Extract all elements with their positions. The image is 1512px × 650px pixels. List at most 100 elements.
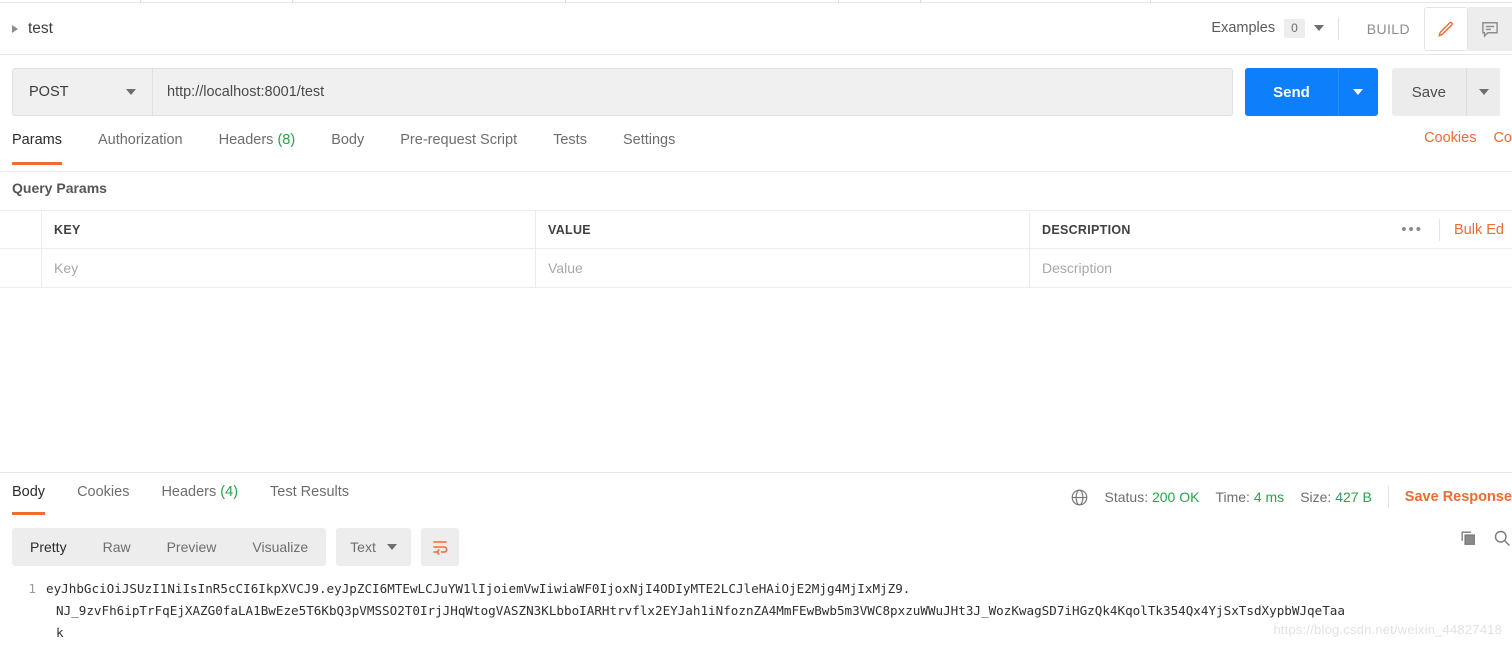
header-actions: Examples 0 BUILD xyxy=(1211,3,1512,54)
breadcrumb[interactable]: test xyxy=(0,20,53,38)
status-badge: 200 OK xyxy=(1151,489,1200,505)
time-group: Time: 4 ms xyxy=(1215,489,1284,505)
tab-label: Tests xyxy=(553,132,587,148)
tab-label: Body xyxy=(12,484,46,500)
response-tab-headers[interactable]: Headers (4) xyxy=(161,476,238,512)
send-group: Send xyxy=(1245,68,1378,116)
param-value-input[interactable]: Value xyxy=(536,249,1030,287)
column-header-key: KEY xyxy=(42,211,536,248)
viewer-mode-pretty[interactable]: Pretty xyxy=(12,539,85,555)
code-segment: NJ_9zvFh6ipTrFqEjXAZG0faLA1BwEze5T6KbQ3p… xyxy=(56,603,1345,618)
row-checkbox-cell[interactable] xyxy=(0,249,42,287)
tab-settings[interactable]: Settings xyxy=(623,130,675,162)
viewer-mode-preview[interactable]: Preview xyxy=(149,539,235,555)
param-description-input[interactable]: Description xyxy=(1030,249,1512,287)
globe-icon xyxy=(1071,489,1087,505)
response-tab-cookies[interactable]: Cookies xyxy=(77,476,129,512)
param-key-input[interactable]: Key xyxy=(42,249,536,287)
tab-tests[interactable]: Tests xyxy=(553,130,587,162)
examples-label: Examples xyxy=(1211,20,1276,37)
request-tab-links: Cookies Co xyxy=(1424,130,1512,146)
tab-label: Authorization xyxy=(97,132,183,148)
viewer-mode-group: Pretty Raw Preview Visualize xyxy=(12,528,327,566)
watermark: https://blog.csdn.net/weixin_44827418 xyxy=(1273,622,1502,637)
save-button[interactable]: Save xyxy=(1391,68,1466,116)
table-row: Key Value Description xyxy=(0,249,1512,288)
search-icon[interactable] xyxy=(1492,528,1512,548)
response-tab-body[interactable]: Body xyxy=(12,476,46,515)
cookies-link[interactable]: Cookies xyxy=(1424,130,1476,146)
edit-button[interactable] xyxy=(1424,6,1468,51)
tab-label: Headers xyxy=(218,132,274,148)
response-divider xyxy=(0,472,1512,473)
viewer-right-actions xyxy=(1458,528,1512,548)
column-label: KEY xyxy=(54,222,81,237)
placeholder-text: Key xyxy=(54,260,79,276)
tab-label: Test Results xyxy=(270,484,350,500)
status-label: Status: xyxy=(1104,489,1149,505)
response-format-select[interactable]: Text xyxy=(336,528,411,566)
examples-dropdown[interactable]: Examples 0 xyxy=(1211,19,1324,38)
viewer-mode-visualize[interactable]: Visualize xyxy=(234,539,326,555)
size-group: Size: 427 B xyxy=(1300,489,1372,505)
table-header-row: KEY VALUE DESCRIPTION ••• Bulk Ed xyxy=(0,210,1512,249)
copy-icon[interactable] xyxy=(1458,528,1478,548)
postman-app-window: test Examples 0 BUILD POST http://localh… xyxy=(0,0,1512,650)
tab-pre-request-script[interactable]: Pre-request Script xyxy=(400,130,517,162)
url-input[interactable]: http://localhost:8001/test xyxy=(152,68,1234,116)
word-wrap-icon xyxy=(433,541,448,555)
code-segment: eyJhbGciOiJSUzI1NiIsInR5cCI6IkpXVCJ9.eyJ… xyxy=(46,581,911,596)
chevron-down-icon xyxy=(1353,89,1364,95)
query-params-title: Query Params xyxy=(12,180,107,196)
response-status-bar: Status: 200 OK Time: 4 ms Size: 427 B Sa… xyxy=(1070,476,1512,508)
chevron-down-icon xyxy=(386,544,397,550)
format-value: Text xyxy=(350,539,376,555)
select-all-cell[interactable] xyxy=(0,211,42,248)
tab-headers[interactable]: Headers (8) xyxy=(219,130,296,162)
viewer-mode-raw[interactable]: Raw xyxy=(85,539,149,555)
time-label: Time: xyxy=(1215,489,1250,505)
save-group: Save xyxy=(1391,68,1500,116)
tab-label: Params xyxy=(12,132,62,148)
tab-params[interactable]: Params xyxy=(12,130,62,165)
http-method-value: POST xyxy=(29,84,69,100)
response-tabs: Body Cookies Headers (4) Test Results St… xyxy=(0,476,1512,520)
request-header-bar: test Examples 0 BUILD xyxy=(0,3,1512,55)
status-group: Status: 200 OK xyxy=(1105,489,1200,505)
chevron-down-icon[interactable] xyxy=(1313,25,1324,32)
tab-body[interactable]: Body xyxy=(331,130,364,162)
tab-label: Settings xyxy=(622,132,676,148)
column-header-description: DESCRIPTION ••• Bulk Ed xyxy=(1030,211,1512,248)
chevron-down-icon[interactable] xyxy=(126,89,136,95)
examples-count-badge: 0 xyxy=(1284,19,1305,38)
more-options-icon[interactable]: ••• xyxy=(1385,221,1439,238)
bulk-edit-link[interactable]: Bulk Ed xyxy=(1440,222,1512,238)
placeholder-text: Value xyxy=(548,260,583,276)
send-options-button[interactable] xyxy=(1337,68,1378,116)
column-label: DESCRIPTION xyxy=(1042,222,1131,237)
size-value: 427 B xyxy=(1335,489,1372,505)
tab-label: Body xyxy=(331,132,365,148)
chevron-down-icon xyxy=(1478,89,1489,95)
url-bar: POST http://localhost:8001/test Send Sav… xyxy=(0,56,1512,128)
word-wrap-button[interactable] xyxy=(420,528,459,566)
response-viewer-toolbar: Pretty Raw Preview Visualize Text xyxy=(12,528,459,566)
code-line: 1 eyJhbGciOiJSUzI1NiIsInR5cCI6IkpXVCJ9.e… xyxy=(0,578,1512,600)
response-tab-test-results[interactable]: Test Results xyxy=(270,476,349,512)
code-link[interactable]: Co xyxy=(1493,130,1512,146)
save-options-button[interactable] xyxy=(1466,68,1500,116)
save-response-link[interactable]: Save Response xyxy=(1405,489,1512,505)
tab-label: Cookies xyxy=(77,484,130,500)
query-params-table: KEY VALUE DESCRIPTION ••• Bulk Ed Key Va… xyxy=(0,210,1512,288)
comment-button[interactable] xyxy=(1468,6,1512,51)
build-button[interactable]: BUILD xyxy=(1353,21,1424,37)
tab-count: (8) xyxy=(277,132,296,148)
tab-authorization[interactable]: Authorization xyxy=(98,130,183,162)
chevron-right-icon[interactable] xyxy=(12,24,18,33)
column-header-value: VALUE xyxy=(536,211,1030,248)
placeholder-text: Description xyxy=(1042,260,1113,276)
request-tabs: Params Authorization Headers (8) Body Pr… xyxy=(0,130,1512,172)
http-method-select[interactable]: POST xyxy=(12,68,152,116)
line-number: 1 xyxy=(28,581,36,596)
send-button[interactable]: Send xyxy=(1245,68,1338,116)
